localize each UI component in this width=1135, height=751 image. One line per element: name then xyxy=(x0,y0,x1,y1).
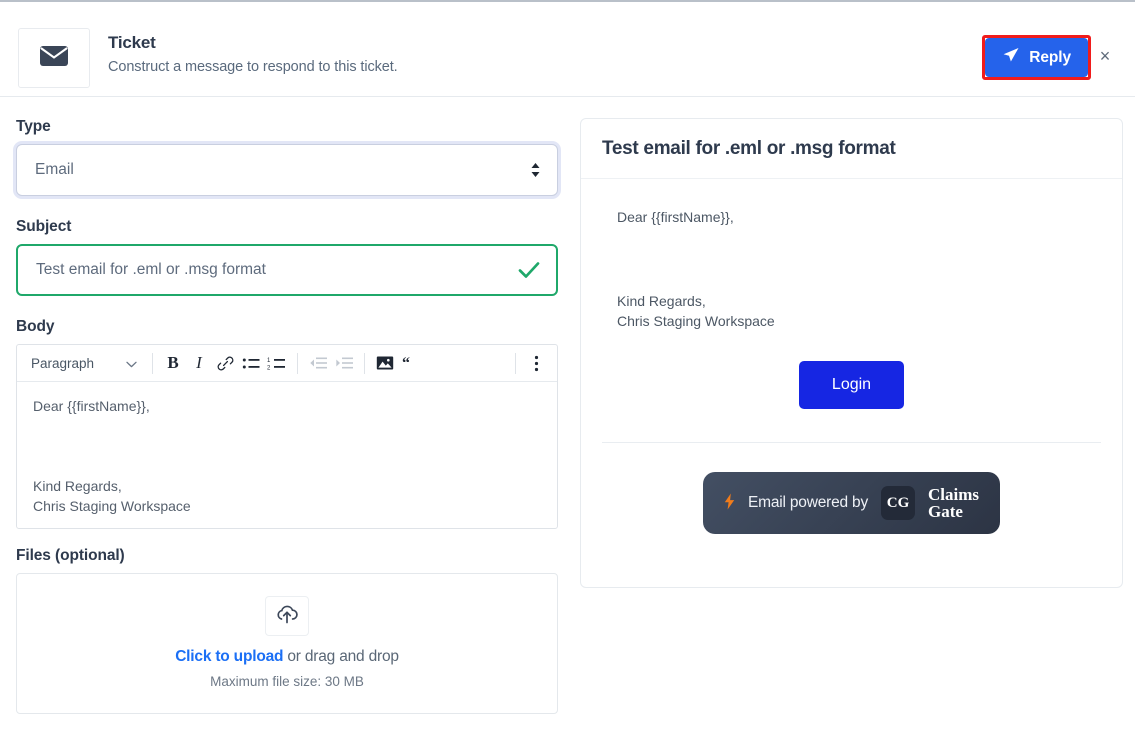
indent-icon[interactable] xyxy=(331,350,357,376)
svg-text:1: 1 xyxy=(267,357,271,363)
preview-signoff: Kind Regards, Chris Staging Workspace xyxy=(617,293,775,329)
reply-button[interactable]: Reply xyxy=(985,38,1088,77)
ticket-reply-page: Ticket Construct a message to respond to… xyxy=(0,0,1135,751)
overflow-menu-icon[interactable] xyxy=(523,350,549,376)
compose-form: Type Email Subject Test email for .eml o… xyxy=(16,118,558,714)
upload-icon-container xyxy=(265,596,309,636)
powered-by-text: Email powered by xyxy=(748,494,868,511)
envelope-icon xyxy=(39,44,69,73)
chevron-down-icon xyxy=(126,356,137,371)
outdent-icon[interactable] xyxy=(305,350,331,376)
body-label: Body xyxy=(16,318,55,335)
logo-mark-text: CG xyxy=(886,494,910,511)
max-file-size-text: Maximum file size: 30 MB xyxy=(210,674,364,689)
paper-plane-icon xyxy=(1002,46,1020,69)
close-icon[interactable]: × xyxy=(1095,46,1115,66)
preview-body-spacer xyxy=(617,227,1086,291)
toolbar-separator xyxy=(152,352,153,374)
bolt-icon xyxy=(724,493,735,514)
claims-gate-wordmark: Claims Gate xyxy=(928,486,979,520)
wordmark-line-2: Gate xyxy=(928,502,963,521)
svg-text:“: “ xyxy=(402,356,410,371)
bold-button[interactable]: B xyxy=(160,350,186,376)
reply-button-label: Reply xyxy=(1029,48,1071,66)
select-updown-icon xyxy=(530,162,541,178)
page-subtitle: Construct a message to respond to this t… xyxy=(108,59,398,75)
cloud-upload-icon xyxy=(275,603,299,630)
block-format-select[interactable]: Paragraph xyxy=(25,349,145,377)
svg-text:2: 2 xyxy=(267,365,271,371)
numbered-list-icon[interactable]: 1 2 xyxy=(264,350,290,376)
preview-divider xyxy=(602,442,1101,443)
upload-prompt: Click to upload or drag and drop xyxy=(17,648,557,666)
body-editor: Paragraph B I 1 2 “ Dear {{firstName}}, … xyxy=(16,344,558,529)
blockquote-icon[interactable]: “ xyxy=(398,350,424,376)
subject-label: Subject xyxy=(16,218,72,235)
preview-header: Test email for .eml or .msg format xyxy=(581,119,1122,179)
claims-gate-logo-mark: CG xyxy=(881,486,915,520)
header-text-block: Ticket Construct a message to respond to… xyxy=(108,33,398,75)
upload-link[interactable]: Click to upload xyxy=(175,648,283,665)
block-format-value: Paragraph xyxy=(31,355,95,371)
wordmark-line-1: Claims xyxy=(928,485,979,504)
type-label: Type xyxy=(16,118,51,135)
page-header: Ticket Construct a message to respond to… xyxy=(0,2,1135,97)
reply-button-area: Reply xyxy=(982,35,1091,80)
subject-input[interactable]: Test email for .eml or .msg format xyxy=(16,244,558,296)
file-dropzone[interactable]: Click to upload or drag and drop Maximum… xyxy=(16,573,558,714)
ticket-icon-container xyxy=(18,28,90,88)
editor-toolbar: Paragraph B I 1 2 “ xyxy=(17,345,557,382)
preview-branding-area: Email powered by CG Claims Gate xyxy=(581,472,1122,534)
toolbar-separator xyxy=(364,352,365,374)
body-content[interactable]: Dear {{firstName}}, Kind Regards, Chris … xyxy=(17,382,557,528)
preview-greeting: Dear {{firstName}}, xyxy=(617,209,734,225)
type-select[interactable]: Email xyxy=(16,144,558,196)
claims-gate-badge: Email powered by CG Claims Gate xyxy=(703,472,1000,534)
preview-cta-area: Login xyxy=(617,361,1086,409)
files-label: Files (optional) xyxy=(16,547,125,564)
reply-highlight-annotation: Reply xyxy=(982,35,1091,80)
preview-body: Dear {{firstName}}, Kind Regards, Chris … xyxy=(581,179,1122,409)
page-title: Ticket xyxy=(108,33,156,52)
login-button[interactable]: Login xyxy=(798,361,905,409)
valid-check-icon xyxy=(518,261,540,279)
italic-button[interactable]: I xyxy=(186,350,212,376)
type-select-value: Email xyxy=(35,161,74,178)
toolbar-separator xyxy=(515,352,516,374)
email-preview-panel: Test email for .eml or .msg format Dear … xyxy=(580,118,1123,588)
image-icon[interactable] xyxy=(372,350,398,376)
subject-input-value: Test email for .eml or .msg format xyxy=(36,261,266,278)
preview-subject-title: Test email for .eml or .msg format xyxy=(602,137,896,159)
bullet-list-icon[interactable] xyxy=(238,350,264,376)
toolbar-separator xyxy=(297,352,298,374)
link-icon[interactable] xyxy=(212,350,238,376)
upload-prompt-rest: or drag and drop xyxy=(283,648,399,665)
